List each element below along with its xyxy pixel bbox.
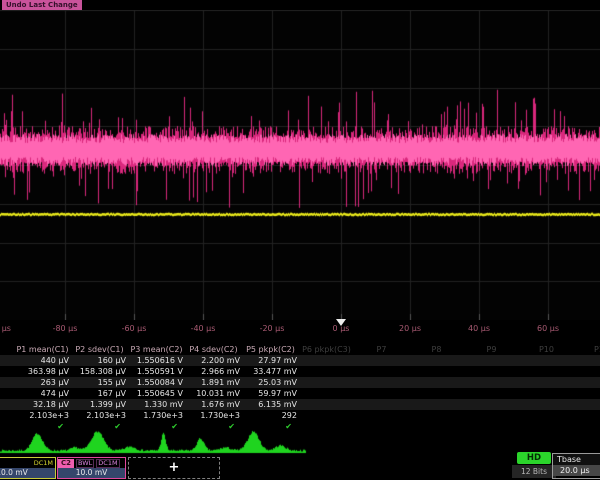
param-header-p8[interactable]: P8 [409, 344, 464, 355]
param-header-p7[interactable]: P7 [354, 344, 409, 355]
channel-c1-descriptor[interactable]: C1 DC1M 10.0 mV [0, 457, 56, 479]
oscilloscope-screen: Undo Last Change -100 µs -80 µs -60 µs -… [0, 0, 600, 480]
measure-cell: 292 [242, 410, 299, 421]
measure-cell: 1.330 mV [128, 399, 185, 410]
measure-row-num: 2.103e+3 2.103e+3 1.730e+3 1.730e+3 292 [0, 410, 600, 421]
measure-cell: 155 µV [71, 377, 128, 388]
measure-cell: 1.730e+3 [128, 410, 185, 421]
measure-cell: 1.550591 V [128, 366, 185, 377]
param-header-p4[interactable]: P4 sdev(C2) [185, 344, 242, 355]
c1-coupling-label: DC1M [34, 459, 55, 467]
measure-cell: 158.308 µV [71, 366, 128, 377]
axis-tick-label: -100 µs [0, 324, 11, 333]
axis-tick-label: 0 µs [333, 324, 350, 333]
timebase-value: 20.0 µs [553, 465, 600, 476]
axis-tick-label: -40 µs [191, 324, 216, 333]
measure-cell: 1.676 mV [185, 399, 242, 410]
measure-cell: 474 µV [14, 388, 71, 399]
measure-cell: 33.477 mV [242, 366, 299, 377]
measure-cell: 1.891 mV [185, 377, 242, 388]
param-header-p9[interactable]: P9 [464, 344, 519, 355]
axis-tick-label: 20 µs [399, 324, 421, 333]
measure-cell: 1.550084 V [128, 377, 185, 388]
measure-cell: 2.103e+3 [14, 410, 71, 421]
timebase-label: Tbase [553, 454, 600, 465]
measure-row-sdev: 32.18 µV 1.399 µV 1.330 mV 1.676 mV 6.13… [0, 399, 600, 410]
measurement-table: P1 mean(C1) P2 sdev(C1) P3 mean(C2) P4 s… [0, 344, 600, 432]
measure-cell: 363.98 µV [14, 366, 71, 377]
param-header-p1[interactable]: P1 mean(C1) [14, 344, 71, 355]
measure-cell: 1.399 µV [71, 399, 128, 410]
measure-cell: 440 µV [14, 355, 71, 366]
axis-tick-label: 60 µs [537, 324, 559, 333]
measure-cell: 2.200 mV [185, 355, 242, 366]
c1-scale-value: 10.0 mV [0, 468, 55, 478]
measure-cell: 1.550616 V [128, 355, 185, 366]
measure-row-max: 474 µV 167 µV 1.550645 V 10.031 mV 59.97… [0, 388, 600, 399]
param-header-p11[interactable]: P11 [574, 344, 600, 355]
channel-c2-descriptor[interactable]: C2 BWL DC1M 10.0 mV [57, 457, 126, 479]
c2-bwl-label: BWL [76, 459, 94, 468]
param-header-p10[interactable]: P10 [519, 344, 574, 355]
axis-tick-label: -80 µs [53, 324, 78, 333]
param-header-p2[interactable]: P2 sdev(C1) [71, 344, 128, 355]
graticule-waveform-canvas [0, 10, 600, 320]
measure-cell: 2.966 mV [185, 366, 242, 377]
measure-cell: 59.97 mV [242, 388, 299, 399]
undo-last-change-button[interactable]: Undo Last Change [2, 0, 82, 10]
measure-cell: 167 µV [71, 388, 128, 399]
measure-cell: 2.103e+3 [71, 410, 128, 421]
add-trace-button[interactable]: + [128, 457, 220, 479]
measure-cell: 10.031 mV [185, 388, 242, 399]
measure-row-mean: 363.98 µV 158.308 µV 1.550591 V 2.966 mV… [0, 366, 600, 377]
measure-cell: 1.550645 V [128, 388, 185, 399]
measure-cell: 6.135 mV [242, 399, 299, 410]
hd-mode-badge[interactable]: HD [517, 452, 551, 464]
param-header-p5[interactable]: P5 pkpk(C2) [242, 344, 299, 355]
measure-header-row: P1 mean(C1) P2 sdev(C1) P3 mean(C2) P4 s… [0, 344, 600, 355]
c2-badge: C2 [58, 459, 74, 468]
c2-coupling-label: DC1M [96, 459, 119, 468]
measure-row-min: 263 µV 155 µV 1.550084 V 1.891 mV 25.03 … [0, 377, 600, 388]
param-header-p6[interactable]: P6 pkpk(C3) [299, 344, 354, 355]
measure-row-value: 440 µV 160 µV 1.550616 V 2.200 mV 27.97 … [0, 355, 600, 366]
c2-scale-value: 10.0 mV [58, 468, 125, 478]
param-header-p3[interactable]: P3 mean(C2) [128, 344, 185, 355]
measure-cell: 160 µV [71, 355, 128, 366]
math-trace-canvas [0, 430, 310, 456]
resolution-bits-label: 12 Bits [512, 465, 556, 478]
measure-cell: 263 µV [14, 377, 71, 388]
measure-cell: 32.18 µV [14, 399, 71, 410]
measure-cell: 25.03 mV [242, 377, 299, 388]
timebase-descriptor[interactable]: Tbase 20.0 µs [552, 453, 600, 479]
axis-tick-label: 40 µs [468, 324, 490, 333]
measure-cell: 1.730e+3 [185, 410, 242, 421]
axis-tick-label: -60 µs [122, 324, 147, 333]
measure-cell: 27.97 mV [242, 355, 299, 366]
axis-tick-label: -20 µs [260, 324, 285, 333]
